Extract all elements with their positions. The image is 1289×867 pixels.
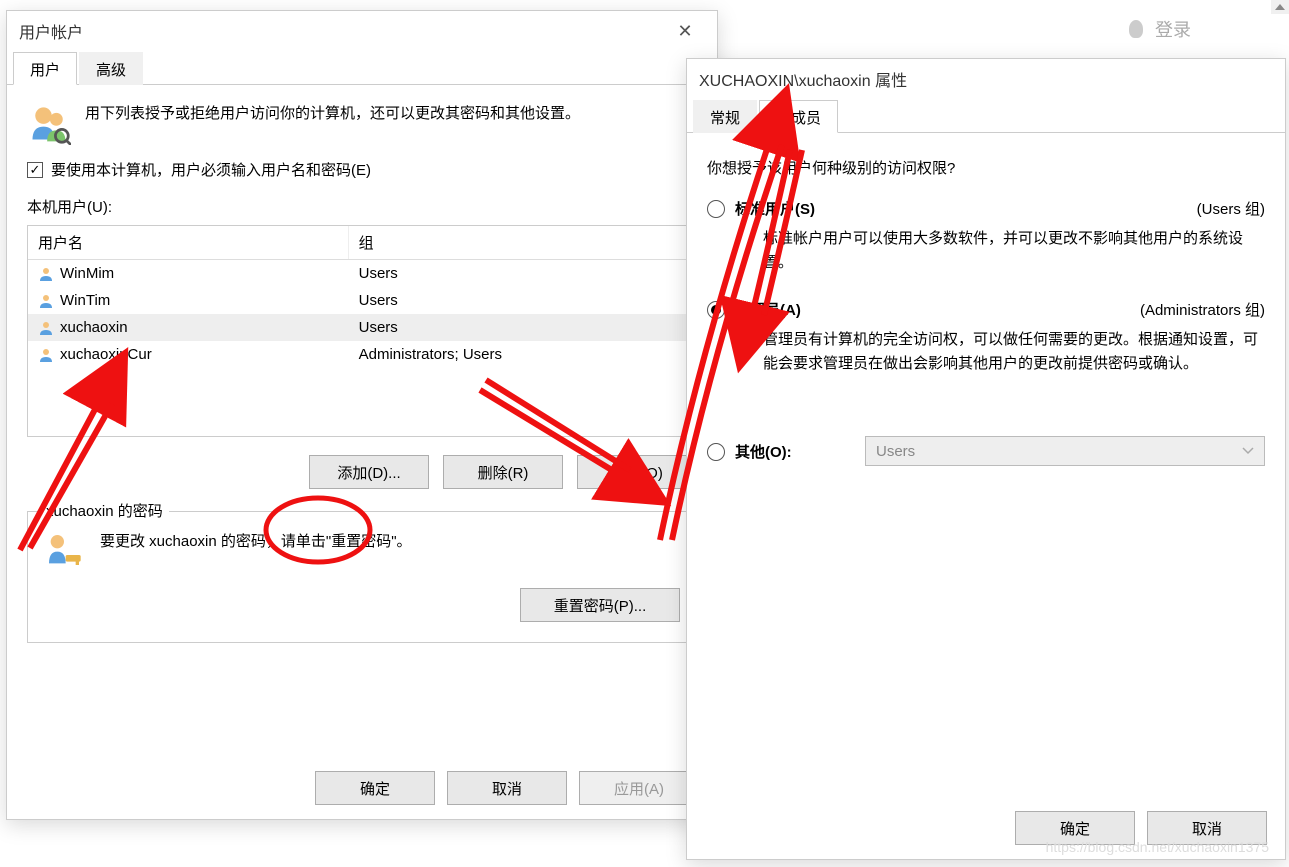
bg-login-link: 登录 (1129, 16, 1191, 42)
users-icon (27, 101, 71, 145)
users-table: 用户名 组 WinMim Users WinTim Users xuchaoxin Use… (27, 225, 697, 437)
window-title: XUCHAOXIN\xuchaoxin 属性 (699, 67, 1273, 91)
radio-icon (707, 301, 725, 319)
option-desc: 管理员有计算机的完全访问权，可以做任何需要的更改。根据通知设置，可能会要求管理员… (763, 328, 1265, 376)
checkbox-label: 要使用本计算机，用户必须输入用户名和密码(E) (51, 159, 371, 180)
password-desc: 要更改 xuchaoxin 的密码，请单击"重置密码"。 (100, 530, 412, 551)
group-cell: Administrators; Users (359, 346, 502, 363)
radio-icon (707, 443, 725, 461)
password-legend: xuchaoxin 的密码 (40, 500, 169, 521)
option-label: 标准用户(S) (735, 198, 815, 219)
require-password-checkbox[interactable]: ✓ 要使用本计算机，用户必须输入用户名和密码(E) (27, 159, 697, 180)
tabbar: 常规 组成员 (687, 99, 1285, 133)
user-icon (38, 347, 54, 363)
delete-button[interactable]: 删除(R) (443, 455, 563, 489)
group-label: (Users 组) (1197, 198, 1265, 219)
option-admin[interactable]: 管理员(A) (Administrators 组) 管理员有计算机的完全访问权，可… (707, 299, 1265, 376)
tab-group-member[interactable]: 组成员 (759, 100, 838, 133)
username-cell: WinTim (60, 292, 110, 309)
option-desc: 标准帐户用户可以使用大多数软件，并可以更改不影响其他用户的系统设置。 (763, 227, 1265, 275)
add-button[interactable]: 添加(D)... (309, 455, 429, 489)
group-cell: Users (359, 265, 398, 282)
properties-button[interactable]: 属性(O) (577, 455, 697, 489)
checkbox-icon: ✓ (27, 162, 43, 178)
close-icon[interactable]: ✕ (665, 21, 705, 42)
group-label: (Administrators 组) (1140, 299, 1265, 320)
local-users-label: 本机用户(U): (27, 196, 697, 217)
col-group[interactable]: 组 (349, 226, 696, 259)
watermark: https://blog.csdn.net/xuchaoxin1375 (1046, 839, 1269, 855)
dialog-footer: 确定 取消 应用(A) (315, 771, 699, 805)
chevron-down-icon (1242, 447, 1254, 455)
username-cell: WinMim (60, 265, 114, 282)
titlebar[interactable]: 用户帐户 ✕ (7, 11, 717, 51)
tab-general[interactable]: 常规 (693, 100, 757, 133)
option-label: 管理员(A) (735, 299, 801, 320)
window-title: 用户帐户 (19, 19, 665, 43)
tab-users[interactable]: 用户 (13, 52, 77, 85)
tab-advanced[interactable]: 高级 (79, 52, 143, 85)
table-header: 用户名 组 (28, 226, 696, 260)
cancel-button[interactable]: 取消 (447, 771, 567, 805)
other-group-combobox[interactable]: Users (865, 436, 1265, 466)
radio-icon (707, 200, 725, 218)
user-icon (38, 266, 54, 282)
table-row[interactable]: xuchaoxinCur Administrators; Users (28, 341, 696, 368)
option-standard[interactable]: 标准用户(S) (Users 组) 标准帐户用户可以使用大多数软件，并可以更改不影… (707, 198, 1265, 275)
key-icon (44, 530, 84, 570)
username-cell: xuchaoxinCur (60, 346, 152, 363)
login-text: 登录 (1155, 16, 1191, 42)
question-text: 你想授予该用户何种级别的访问权限? (707, 157, 1265, 178)
tabbar: 用户 高级 (7, 51, 717, 85)
user-icon (38, 293, 54, 309)
table-row[interactable]: xuchaoxin Users (28, 314, 696, 341)
option-other[interactable]: 其他(O): Users (707, 436, 1265, 466)
user-action-buttons: 添加(D)... 删除(R) 属性(O) (27, 455, 697, 489)
description-text: 用下列表授予或拒绝用户访问你的计算机，还可以更改其密码和其他设置。 (85, 101, 580, 145)
user-properties-window: XUCHAOXIN\xuchaoxin 属性 常规 组成员 你想授予该用户何种级… (686, 58, 1286, 860)
user-icon (38, 320, 54, 336)
combo-value: Users (876, 443, 915, 460)
titlebar[interactable]: XUCHAOXIN\xuchaoxin 属性 (687, 59, 1285, 99)
col-username[interactable]: 用户名 (28, 226, 349, 259)
reset-password-button[interactable]: 重置密码(P)... (520, 588, 680, 622)
username-cell: xuchaoxin (60, 319, 128, 336)
group-cell: Users (359, 292, 398, 309)
scroll-up-icon (1271, 0, 1289, 14)
table-row[interactable]: WinTim Users (28, 287, 696, 314)
ok-button[interactable]: 确定 (315, 771, 435, 805)
apply-button[interactable]: 应用(A) (579, 771, 699, 805)
option-label: 其他(O): (735, 441, 792, 462)
group-cell: Users (359, 319, 398, 336)
user-silhouette-icon (1129, 20, 1143, 38)
user-accounts-window: 用户帐户 ✕ 用户 高级 用下列表授予或拒绝用户访问你的计算机，还可以更改其密码… (6, 10, 718, 820)
password-groupbox: xuchaoxin 的密码 要更改 xuchaoxin 的密码，请单击"重置密码… (27, 511, 697, 643)
table-row[interactable]: WinMim Users (28, 260, 696, 287)
